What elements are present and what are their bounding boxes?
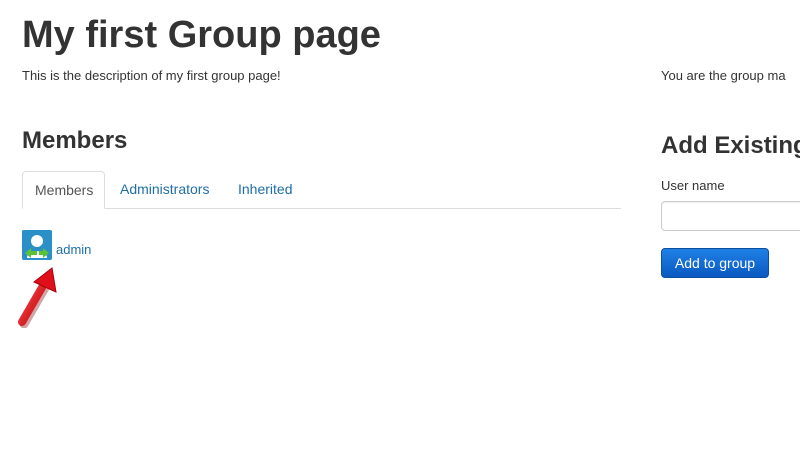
username-label: User name [661, 178, 725, 193]
members-heading: Members [22, 127, 128, 154]
tab-inherited[interactable]: Inherited [226, 171, 304, 208]
add-existing-heading: Add Existing [661, 132, 800, 159]
red-arrow-icon [18, 267, 57, 328]
page-description: This is the description of my first grou… [22, 68, 281, 83]
page-title: My first Group page [22, 14, 381, 56]
tab-administrators[interactable]: Administrators [108, 171, 221, 208]
user-avatar-icon[interactable] [22, 230, 52, 260]
group-manager-note: You are the group ma [661, 68, 786, 83]
add-to-group-button[interactable]: Add to group [661, 248, 769, 278]
group-page: My first Group page This is the descript… [0, 0, 800, 450]
username-input[interactable] [661, 201, 800, 231]
member-name-link[interactable]: admin [56, 242, 91, 258]
tab-members[interactable]: Members [22, 171, 105, 209]
members-tabs: Members Administrators Inherited [22, 171, 621, 209]
